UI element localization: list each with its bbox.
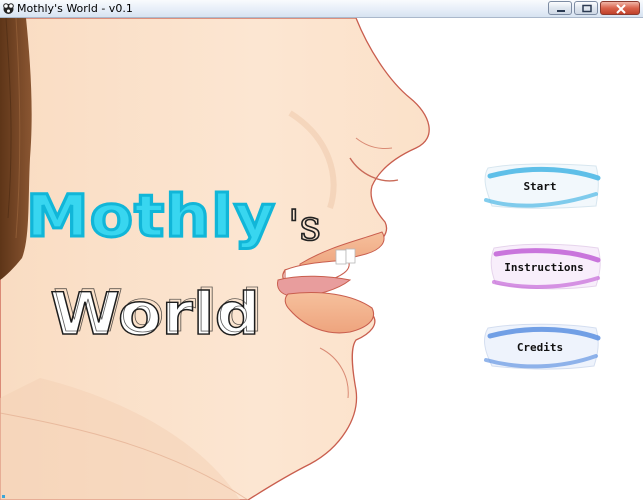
- logo-apostrophe-s: 's: [288, 201, 321, 250]
- start-button[interactable]: Start: [478, 160, 602, 214]
- window-title: Mothly's World - v0.1: [17, 2, 133, 15]
- title-screen: Mothly 's World World Start Instructions: [0, 18, 643, 500]
- instructions-label: Instructions: [504, 261, 584, 274]
- minimize-button[interactable]: [548, 1, 572, 15]
- corner-mark: [2, 495, 5, 498]
- logo-mothly: Mothly: [26, 182, 276, 250]
- window-controls: [548, 1, 640, 15]
- maximize-button[interactable]: [574, 1, 598, 15]
- logo-world-sketch: World: [53, 277, 263, 345]
- close-button[interactable]: [600, 1, 640, 15]
- start-label: Start: [523, 180, 557, 193]
- credits-label: Credits: [516, 341, 564, 354]
- maximize-icon: [582, 4, 592, 13]
- credits-button[interactable]: Credits: [478, 320, 602, 374]
- title-bar[interactable]: Mothly's World - v0.1: [0, 0, 643, 18]
- game-window: Mothly's World - v0.1 Mothly 's World Wo…: [0, 0, 643, 500]
- app-icon: [3, 3, 14, 14]
- minimize-icon: [557, 10, 565, 12]
- instructions-button[interactable]: Instructions: [486, 240, 602, 294]
- close-icon: [616, 4, 626, 14]
